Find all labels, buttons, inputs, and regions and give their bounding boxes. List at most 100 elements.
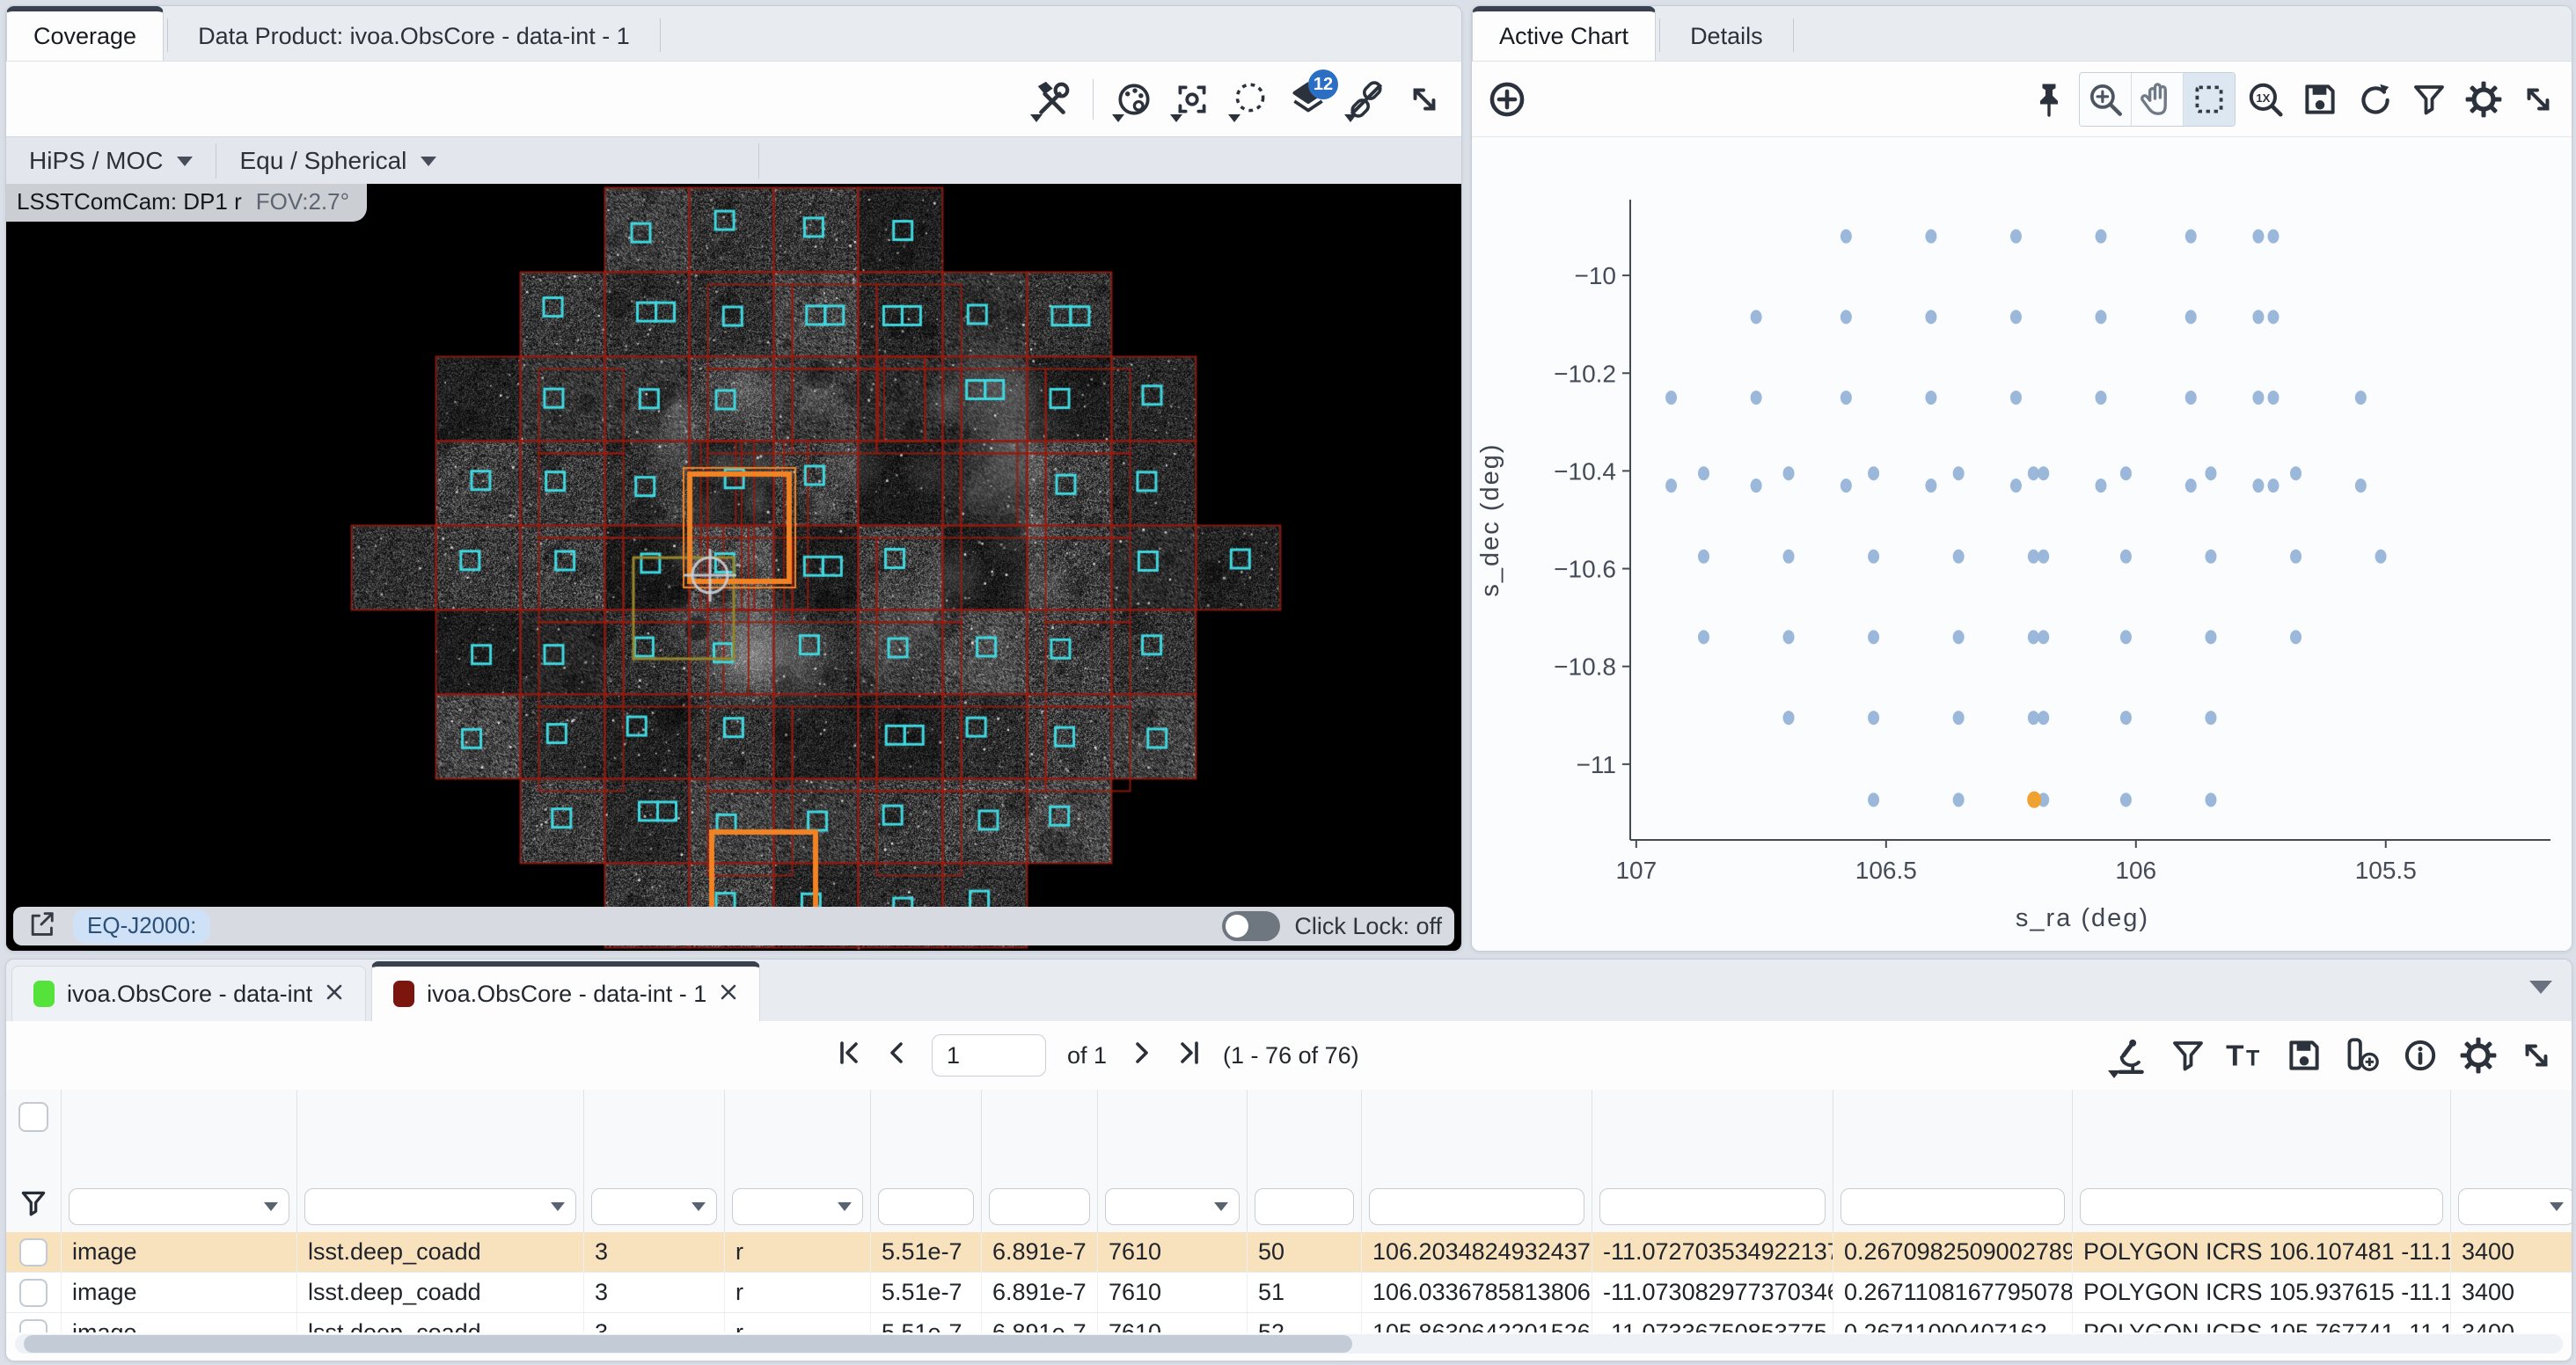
chevron-down-icon[interactable] <box>2529 981 2552 994</box>
last-page-button[interactable] <box>1175 1040 1202 1072</box>
data-point[interactable] <box>2038 466 2049 480</box>
close-icon[interactable] <box>719 981 738 1008</box>
column-header-em_min[interactable] <box>871 1090 982 1232</box>
unlink-button[interactable] <box>1342 71 1391 128</box>
expand-button[interactable] <box>1400 71 1449 128</box>
filter-icon[interactable] <box>18 1186 48 1224</box>
data-point[interactable] <box>1925 478 1936 493</box>
data-point[interactable] <box>2185 310 2197 324</box>
select-circle-button[interactable] <box>1226 71 1275 128</box>
gear-button[interactable] <box>2459 71 2508 128</box>
text-case-button[interactable]: TT <box>2221 1027 2271 1084</box>
column-filter-input[interactable] <box>304 1188 576 1225</box>
filter-button[interactable] <box>2404 71 2454 128</box>
column-filter-input[interactable] <box>1255 1188 1354 1225</box>
tools-button[interactable] <box>1028 71 1077 128</box>
data-point[interactable] <box>2205 792 2216 807</box>
column-filter-input[interactable] <box>989 1188 1090 1225</box>
data-point[interactable] <box>1783 711 1795 725</box>
data-point[interactable] <box>2120 711 2132 725</box>
data-point[interactable] <box>2028 550 2039 564</box>
data-point[interactable] <box>1841 478 1852 493</box>
next-page-button[interactable] <box>1128 1040 1154 1072</box>
data-point[interactable] <box>2010 310 2022 324</box>
column-header-dataproduct_subtype[interactable] <box>297 1090 584 1232</box>
data-point[interactable] <box>2267 310 2279 324</box>
data-point[interactable] <box>2038 550 2049 564</box>
data-point[interactable] <box>1953 466 1965 480</box>
data-point[interactable] <box>2290 466 2302 480</box>
data-point[interactable] <box>2038 630 2049 644</box>
table-row[interactable]: imagelsst.deep_coadd3r5.51e-76.891e-7761… <box>6 1232 2572 1273</box>
data-point[interactable] <box>1698 630 1709 644</box>
column-filter-input[interactable] <box>1369 1188 1584 1225</box>
first-page-button[interactable] <box>837 1040 863 1072</box>
data-point[interactable] <box>1665 391 1677 405</box>
click-lock-toggle[interactable] <box>1222 911 1280 941</box>
column-filter-input[interactable] <box>1841 1188 2065 1225</box>
data-point[interactable] <box>1868 630 1879 644</box>
save-button[interactable] <box>2295 71 2345 128</box>
zoom-1x-button[interactable]: 1X <box>2241 71 2290 128</box>
table-tab-1[interactable]: ivoa.ObsCore - data-int <box>11 966 366 1021</box>
data-point[interactable] <box>1783 550 1795 564</box>
tab-data-product-ivoa-obscore-data-int-1[interactable]: Data Product: ivoa.ObsCore - data-int - … <box>172 11 656 61</box>
pin-button[interactable] <box>2024 71 2074 128</box>
recenter-button[interactable] <box>1167 71 1217 128</box>
gear-button[interactable] <box>2454 1027 2503 1084</box>
data-point[interactable] <box>2096 391 2107 405</box>
data-point[interactable] <box>1751 310 1762 324</box>
column-header-s_ra[interactable] <box>1362 1090 1592 1232</box>
data-point[interactable] <box>2205 711 2216 725</box>
data-point[interactable] <box>2120 550 2132 564</box>
column-filter-input[interactable] <box>1599 1188 1826 1225</box>
select-all-checkbox[interactable] <box>18 1102 48 1132</box>
data-point[interactable] <box>2252 391 2264 405</box>
rect-select-button[interactable] <box>2183 73 2235 126</box>
data-point[interactable] <box>1751 391 1762 405</box>
data-point[interactable] <box>1841 391 1852 405</box>
hips-moc-dropdown[interactable]: HiPS / MOC <box>6 137 216 185</box>
data-point[interactable] <box>1925 391 1936 405</box>
column-header-s_dec[interactable] <box>1592 1090 1833 1232</box>
tab-details[interactable]: Details <box>1664 11 1789 61</box>
zoom-in-button[interactable] <box>2080 73 2131 126</box>
selected-data-point[interactable] <box>2027 792 2041 808</box>
data-point[interactable] <box>1925 310 1936 324</box>
palette-button[interactable] <box>1109 71 1159 128</box>
data-point[interactable] <box>1665 478 1677 493</box>
data-point[interactable] <box>1698 466 1709 480</box>
expand-button[interactable] <box>2514 71 2563 128</box>
column-header-lsst_patch[interactable] <box>1248 1090 1362 1232</box>
scatter-chart[interactable]: 107106.5106105.5−10−10.2−10.4−10.6−10.8−… <box>1472 137 2570 950</box>
expand-button[interactable] <box>2512 1027 2561 1084</box>
refresh-button[interactable] <box>2350 71 2399 128</box>
tab-active-chart[interactable]: Active Chart <box>1472 6 1656 61</box>
data-point[interactable] <box>2096 310 2107 324</box>
data-point[interactable] <box>1783 630 1795 644</box>
filter-button[interactable] <box>2163 1027 2213 1084</box>
data-point[interactable] <box>2355 391 2367 405</box>
prev-page-button[interactable] <box>884 1040 911 1072</box>
scrollbar-thumb[interactable] <box>24 1335 1352 1353</box>
data-point[interactable] <box>2096 230 2107 244</box>
data-point[interactable] <box>2120 630 2132 644</box>
column-header-dataproduct_type[interactable] <box>62 1090 297 1232</box>
column-header-s_region[interactable] <box>2073 1090 2451 1232</box>
data-point[interactable] <box>1953 630 1965 644</box>
close-icon[interactable] <box>325 981 344 1008</box>
data-point[interactable] <box>2267 478 2279 493</box>
data-point[interactable] <box>2120 792 2132 807</box>
column-filter-input[interactable] <box>1105 1188 1240 1225</box>
add-column-button[interactable] <box>2338 1027 2387 1084</box>
horizontal-scrollbar[interactable] <box>15 1334 2563 1354</box>
column-filter-input[interactable] <box>69 1188 289 1225</box>
column-header-lsst_band[interactable] <box>725 1090 871 1232</box>
data-point[interactable] <box>2028 466 2039 480</box>
data-point[interactable] <box>1953 792 1965 807</box>
data-point[interactable] <box>1953 711 1965 725</box>
tab-coverage[interactable]: Coverage <box>6 6 164 61</box>
data-point[interactable] <box>2252 310 2264 324</box>
data-point[interactable] <box>1868 711 1879 725</box>
data-point[interactable] <box>1953 550 1965 564</box>
